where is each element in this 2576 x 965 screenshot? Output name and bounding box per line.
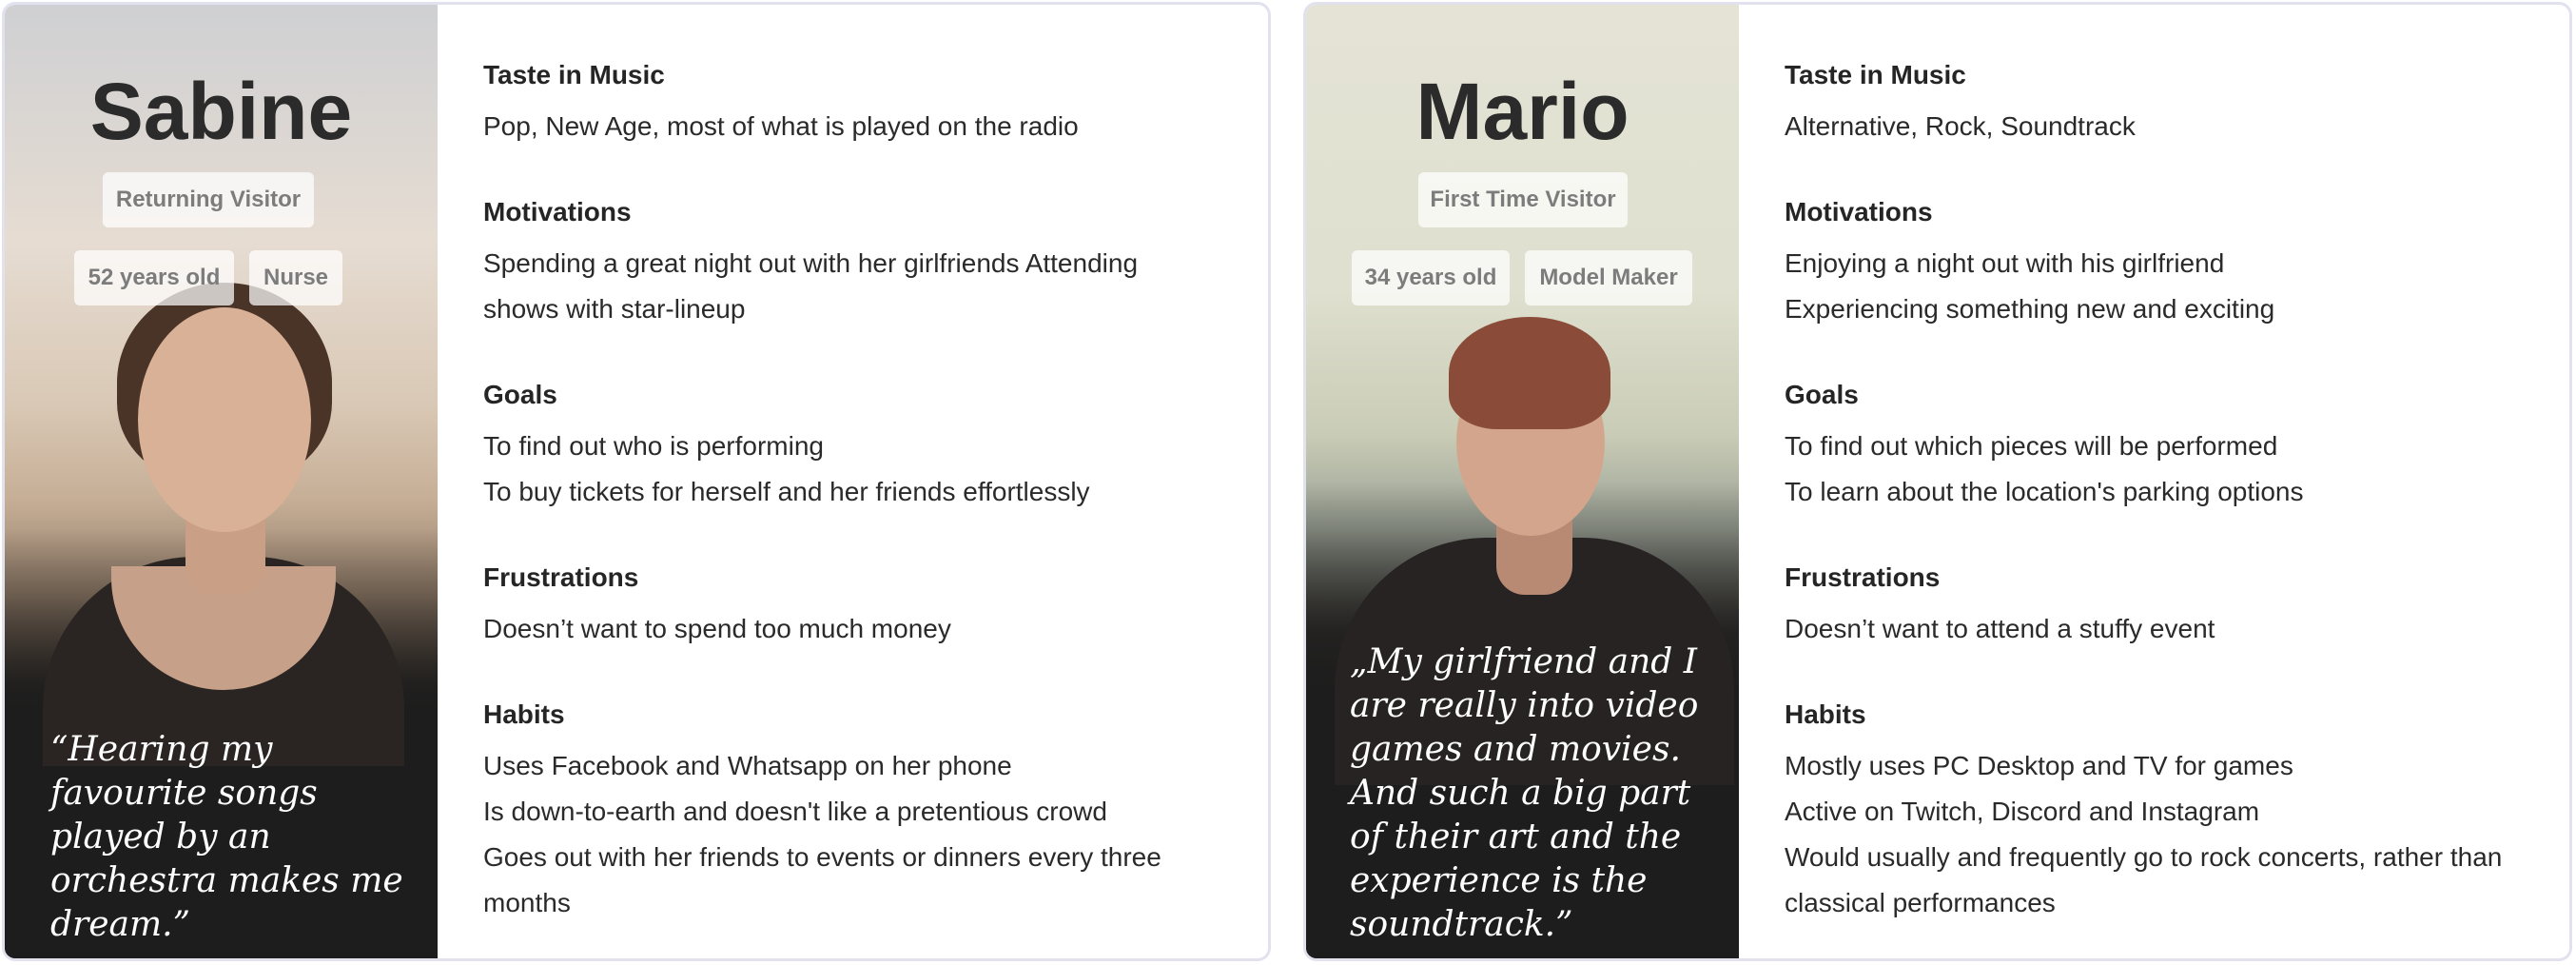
detail-line: To learn about the location's parking op…: [1785, 477, 2304, 506]
section-title: Motivations: [483, 197, 632, 226]
detail-line: Experiencing something new and exciting: [1785, 294, 2275, 324]
detail-line: Mostly uses PC Desktop and TV for games: [1785, 751, 2293, 780]
occupation-badge: Nurse: [249, 250, 342, 305]
portrait-hair: [1449, 317, 1610, 429]
persona-name: Sabine: [89, 67, 353, 156]
detail-line: To buy tickets for herself and her frien…: [483, 477, 1090, 506]
detail-line: Uses Facebook and Whatsapp on her phone: [483, 751, 1012, 780]
section-title: Goals: [483, 380, 557, 409]
section-motivations: Motivations Enjoying a night out with hi…: [1785, 195, 2546, 332]
age-badge: 34 years old: [1352, 250, 1510, 305]
persona-details: Taste in Music Alternative, Rock, Soundt…: [1785, 58, 2546, 958]
persona-name: Mario: [1415, 67, 1630, 156]
section-title: Goals: [1785, 380, 1859, 409]
section-habits: Habits Mostly uses PC Desktop and TV for…: [1785, 698, 2546, 926]
detail-line: Pop, New Age, most of what is played on …: [483, 111, 1079, 141]
section-title: Habits: [483, 699, 565, 729]
detail-line: Active on Twitch, Discord and Instagram: [1785, 797, 2260, 826]
section-frustrations: Frustrations Doesn’t want to spend too m…: [483, 561, 1244, 652]
detail-line: Alternative, Rock, Soundtrack: [1785, 111, 2136, 141]
portrait-head: [138, 307, 311, 532]
detail-line: Goes out with her friends to events or d…: [483, 842, 1161, 872]
section-title: Taste in Music: [483, 60, 665, 89]
section-habits: Habits Uses Facebook and Whatsapp on her…: [483, 698, 1244, 926]
persona-card-sabine: Sabine Returning Visitor 52 years old Nu…: [2, 2, 1271, 961]
section-goals: Goals To find out which pieces will be p…: [1785, 378, 2546, 515]
section-title: Motivations: [1785, 197, 1933, 226]
detail-line: To find out who is performing: [483, 431, 824, 461]
detail-line: Doesn’t want to spend too much money: [483, 614, 951, 643]
section-title: Frustrations: [1785, 562, 1941, 592]
detail-line: classical performances: [1785, 888, 2056, 917]
persona-photo: Sabine Returning Visitor 52 years old Nu…: [5, 5, 438, 958]
visitor-type-badge: Returning Visitor: [103, 172, 314, 227]
detail-line: months: [483, 888, 571, 917]
section-motivations: Motivations Spending a great night out w…: [483, 195, 1244, 332]
persona-card-mario: Mario First Time Visitor 34 years old Mo…: [1303, 2, 2572, 961]
section-taste: Taste in Music Alternative, Rock, Soundt…: [1785, 58, 2546, 149]
visitor-type-badge: First Time Visitor: [1418, 172, 1628, 227]
persona-details: Taste in Music Pop, New Age, most of wha…: [483, 58, 1244, 958]
section-frustrations: Frustrations Doesn’t want to attend a st…: [1785, 561, 2546, 652]
persona-quote: „My girlfriend and I are really into vid…: [1350, 642, 1699, 944]
detail-line: shows with star-lineup: [483, 294, 746, 324]
persona-photo: Mario First Time Visitor 34 years old Mo…: [1306, 5, 1739, 958]
detail-line: Would usually and frequently go to rock …: [1785, 842, 2503, 872]
detail-line: Spending a great night out with her girl…: [483, 248, 1139, 278]
detail-line: Doesn’t want to attend a stuffy event: [1785, 614, 2215, 643]
section-title: Frustrations: [483, 562, 639, 592]
persona-quote: “Hearing my favourite songs played by an…: [50, 730, 403, 944]
age-badge: 52 years old: [74, 250, 234, 305]
detail-line: Enjoying a night out with his girlfriend: [1785, 248, 2225, 278]
section-goals: Goals To find out who is performing To b…: [483, 378, 1244, 515]
section-title: Taste in Music: [1785, 60, 1966, 89]
occupation-badge: Model Maker: [1525, 250, 1692, 305]
section-title: Habits: [1785, 699, 1866, 729]
detail-line: To find out which pieces will be perform…: [1785, 431, 2278, 461]
section-taste: Taste in Music Pop, New Age, most of wha…: [483, 58, 1244, 149]
detail-line: Is down-to-earth and doesn't like a pret…: [483, 797, 1107, 826]
